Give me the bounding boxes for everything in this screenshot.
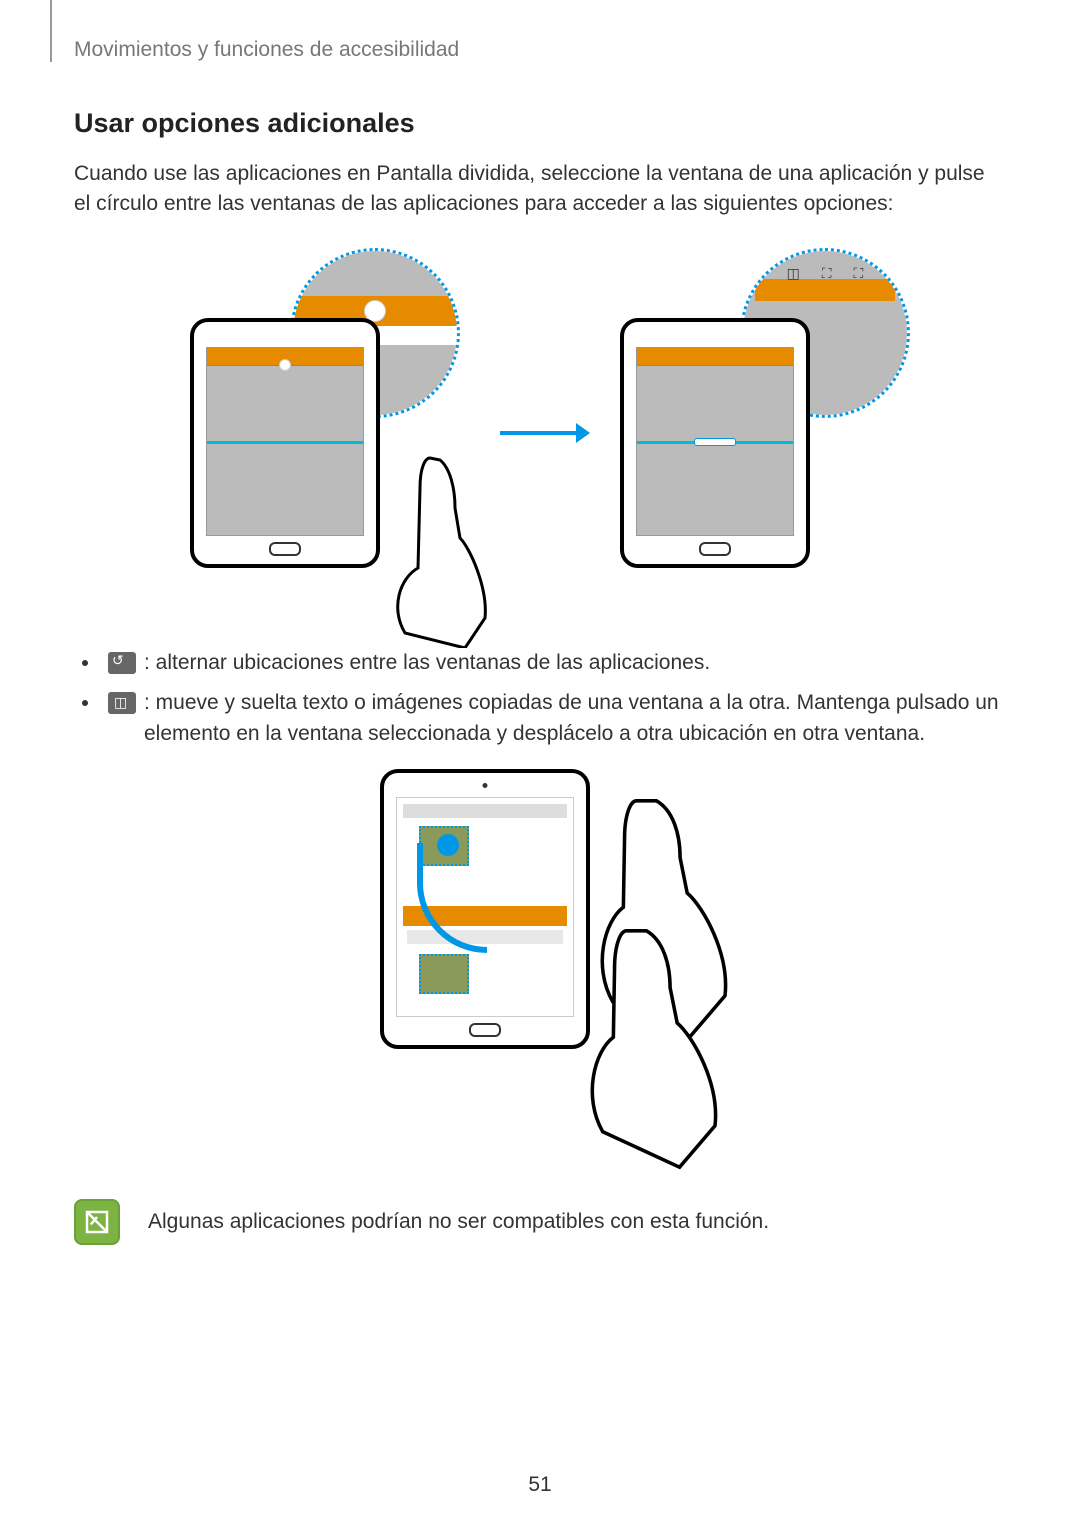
figure-tap-divider xyxy=(170,248,460,618)
page-number: 51 xyxy=(528,1473,551,1497)
tablet-illustration xyxy=(190,318,380,568)
bullet-dot-icon xyxy=(82,700,88,706)
expand-icon: ⛶ xyxy=(822,265,832,282)
hand-icon xyxy=(560,919,740,1179)
note-block: Algunas aplicaciones podrían no ser comp… xyxy=(74,1199,1006,1245)
note-text: Algunas aplicaciones podrían no ser comp… xyxy=(148,1210,769,1234)
maximize-icon: ⛶ xyxy=(854,265,864,282)
note-icon xyxy=(74,1199,120,1245)
intro-paragraph: Cuando use las aplicaciones en Pantalla … xyxy=(74,159,1006,220)
page-content: Usar opciones adicionales Cuando use las… xyxy=(74,108,1006,1245)
bullet-text: : mueve y suelta texto o imágenes copiad… xyxy=(144,688,1006,749)
figure-split-options: ↺ ◫ ⛶ ⛶ ✕ xyxy=(74,248,1006,618)
arrow-right-icon xyxy=(500,431,580,435)
swap-icon: ↺ xyxy=(753,265,765,282)
close-icon: ✕ xyxy=(885,265,897,282)
hand-icon xyxy=(370,448,490,648)
bullet-text: : alternar ubicaciones entre las ventana… xyxy=(144,648,710,678)
section-marker xyxy=(50,0,52,62)
swap-windows-icon xyxy=(108,652,136,674)
tablet-illustration xyxy=(380,769,590,1049)
tablet-illustration xyxy=(620,318,810,568)
drag-drop-icon xyxy=(108,692,136,714)
list-item: : alternar ubicaciones entre las ventana… xyxy=(74,648,1006,678)
section-title: Usar opciones adicionales xyxy=(74,108,1006,139)
breadcrumb: Movimientos y funciones de accesibilidad xyxy=(74,38,459,62)
drag-icon: ◫ xyxy=(787,265,800,282)
options-list: : alternar ubicaciones entre las ventana… xyxy=(74,648,1006,749)
list-item: : mueve y suelta texto o imágenes copiad… xyxy=(74,688,1006,749)
figure-drag-drop xyxy=(74,769,1006,1149)
figure-options-bar: ↺ ◫ ⛶ ⛶ ✕ xyxy=(620,248,910,618)
bullet-dot-icon xyxy=(82,660,88,666)
